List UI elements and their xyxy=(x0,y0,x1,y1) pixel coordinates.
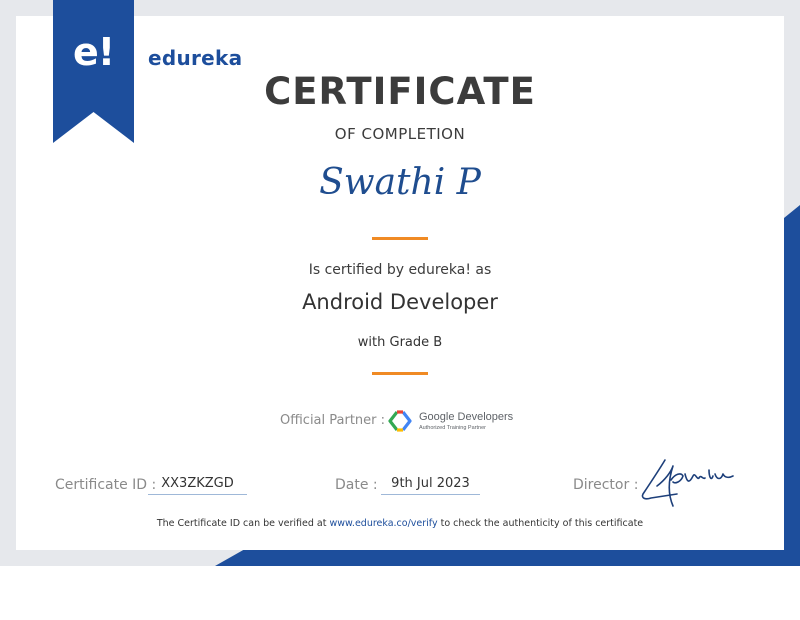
verify-suffix: to check the authenticity of this certif… xyxy=(437,518,644,529)
certificate-id-label: Certificate ID : xyxy=(55,477,157,493)
verify-link[interactable]: www.edureka.co/verify xyxy=(329,518,437,529)
divider-top xyxy=(372,237,428,240)
divider-bottom xyxy=(372,372,428,375)
partner-tagline: Authorized Training Partner xyxy=(419,425,486,431)
partner-label: Official Partner : xyxy=(280,413,386,428)
certified-text: Is certified by edureka! as xyxy=(308,262,492,278)
recipient-name: Swathi P xyxy=(319,162,481,203)
google-developers-icon xyxy=(388,410,412,432)
verification-note: The Certificate ID can be verified at ww… xyxy=(0,518,800,529)
brand-name: edureka xyxy=(148,46,243,70)
certificate-id-underline xyxy=(148,494,247,495)
date-value: 9th Jul 2023 xyxy=(391,476,470,491)
grade-text: with Grade B xyxy=(357,335,443,350)
certificate-title: CERTIFICATE xyxy=(264,70,536,113)
partner-name: Google Developers xyxy=(419,411,514,423)
course-name: Android Developer xyxy=(302,290,498,314)
verify-prefix: The Certificate ID can be verified at xyxy=(156,518,330,529)
certificate-subtitle: OF COMPLETION xyxy=(334,125,466,143)
date-underline xyxy=(381,494,480,495)
director-label: Director : xyxy=(573,477,639,493)
director-signature xyxy=(641,459,734,507)
certificate-frame: e! edureka CERTIFICATE OF COMPLETION Swa… xyxy=(0,0,800,566)
edureka-logo-icon: e! xyxy=(72,30,115,74)
certificate-id-value: XX3ZKZGD xyxy=(161,476,234,491)
date-label: Date : xyxy=(335,477,378,493)
